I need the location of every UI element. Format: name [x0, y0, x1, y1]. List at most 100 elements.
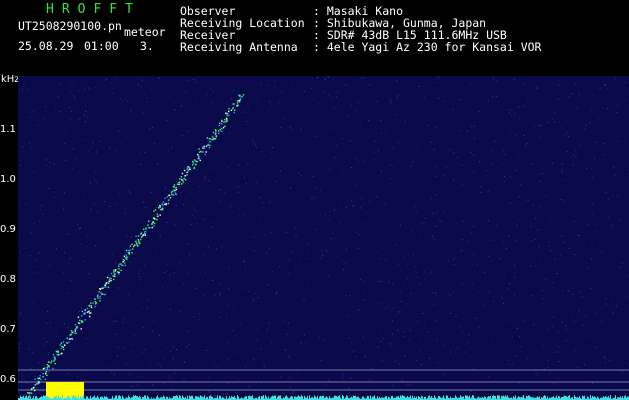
noise-speck: [58, 84, 60, 85]
noise-speck: [561, 127, 563, 129]
noise-speck: [123, 317, 125, 319]
noise-speck: [269, 201, 271, 203]
noise-speck: [387, 105, 389, 107]
noise-speck: [164, 187, 166, 189]
baseline-bar: [553, 396, 554, 400]
baseline-bar: [502, 396, 503, 400]
noise-speck: [473, 137, 475, 139]
noise-speck: [33, 171, 35, 173]
noise-speck: [18, 370, 19, 372]
baseline-bar: [261, 396, 262, 400]
noise-speck: [487, 100, 489, 102]
noise-speck: [449, 312, 451, 314]
trail-point: [89, 315, 91, 318]
noise-speck: [320, 257, 322, 259]
noise-speck: [356, 310, 358, 312]
noise-speck: [503, 181, 505, 183]
trail-point: [198, 151, 201, 153]
baseline-bar: [122, 395, 123, 400]
noise-speck: [136, 384, 138, 386]
noise-speck: [602, 107, 604, 109]
noise-speck: [345, 263, 346, 265]
noise-speck: [580, 142, 582, 144]
noise-speck: [207, 140, 209, 142]
noise-speck: [542, 297, 544, 299]
trail-point: [104, 284, 107, 286]
baseline-bar: [67, 396, 68, 400]
trail-point: [164, 203, 166, 205]
noise-speck: [133, 334, 135, 336]
trail-point: [84, 319, 86, 321]
noise-speck: [562, 180, 564, 181]
trail-point: [125, 254, 127, 256]
noise-speck: [553, 351, 555, 353]
file-mode: meteor: [124, 25, 166, 39]
noise-speck: [550, 217, 551, 219]
noise-speck: [495, 79, 497, 81]
noise-speck: [420, 351, 422, 353]
trail-point: [225, 121, 227, 123]
noise-speck: [160, 366, 162, 368]
trail-point: [172, 185, 175, 188]
noise-speck: [316, 77, 318, 78]
noise-speck: [217, 356, 219, 358]
trail-point: [159, 205, 161, 207]
noise-speck: [117, 355, 118, 357]
noise-speck: [417, 320, 418, 322]
noise-speck: [403, 257, 404, 259]
noise-speck: [427, 124, 429, 126]
noise-speck: [522, 319, 524, 321]
noise-speck: [361, 223, 363, 225]
baseline-bar: [605, 396, 606, 400]
noise-speck: [502, 297, 503, 299]
noise-speck: [514, 276, 516, 278]
baseline-bar: [120, 396, 121, 400]
noise-speck: [120, 143, 122, 145]
noise-speck: [413, 254, 414, 255]
noise-speck: [419, 340, 421, 342]
noise-speck: [156, 276, 158, 278]
noise-speck: [266, 329, 268, 331]
trail-point: [74, 330, 76, 332]
noise-speck: [372, 385, 374, 387]
noise-speck: [424, 278, 426, 280]
noise-speck: [439, 334, 441, 336]
noise-speck: [163, 383, 165, 385]
trail-point: [221, 119, 223, 122]
noise-speck: [210, 77, 212, 79]
noise-speck: [384, 202, 386, 204]
noise-speck: [446, 313, 448, 315]
noise-speck: [113, 373, 115, 375]
noise-speck: [342, 373, 344, 375]
trail-point: [209, 141, 211, 143]
noise-speck: [429, 357, 431, 359]
trail-point: [159, 214, 161, 216]
noise-speck: [495, 224, 497, 226]
noise-speck: [29, 383, 31, 385]
baseline-bar: [579, 396, 580, 400]
noise-speck: [515, 92, 517, 93]
noise-speck: [441, 371, 442, 373]
noise-speck: [485, 170, 487, 172]
noise-speck: [297, 215, 299, 217]
trail-point: [185, 179, 187, 181]
trail-point: [27, 392, 29, 394]
noise-speck: [264, 234, 266, 236]
baseline-bar: [515, 395, 516, 400]
noise-speck: [596, 299, 598, 301]
baseline-bar: [410, 395, 411, 400]
noise-speck: [215, 395, 217, 397]
noise-speck: [63, 262, 65, 264]
baseline-bar: [314, 395, 315, 400]
noise-speck: [494, 140, 495, 142]
noise-speck: [137, 242, 139, 244]
trail-point: [126, 256, 129, 258]
trail-point: [131, 243, 133, 246]
noise-speck: [511, 392, 513, 394]
noise-speck: [577, 367, 579, 369]
baseline-bar: [234, 395, 235, 400]
noise-speck: [460, 129, 462, 131]
noise-speck: [572, 350, 574, 352]
noise-speck: [212, 223, 214, 224]
noise-speck: [479, 314, 481, 316]
